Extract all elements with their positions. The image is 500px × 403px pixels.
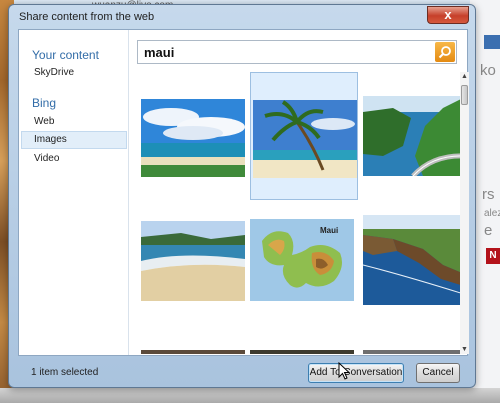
image-result-sandy-beach-surf[interactable] [141,221,245,301]
sidebar-item-label: Video [34,153,60,164]
scroll-thumb[interactable] [461,85,468,105]
image-result-coastal-road-cliffs[interactable] [363,96,461,178]
dialog-titlebar: Share content from the web x [9,5,475,29]
section-heading-bing: Bing [32,96,57,110]
image-result-maui-map[interactable]: Maui [250,219,354,301]
share-content-dialog: Share content from the web x Your conten… [8,4,476,388]
image-results: Maui [131,72,461,354]
background-text: e [484,222,493,239]
selection-status: 1 item selected [31,367,99,378]
sidebar-item-images[interactable]: Images [21,131,127,149]
background-taskbar [0,388,500,403]
search-query: maui [144,45,175,60]
background-text: alez [484,208,500,219]
thumbnail-image: Maui [250,219,354,301]
map-label: Maui [320,226,338,235]
search-button[interactable] [435,42,455,62]
image-result-sea-cliffs[interactable] [362,215,461,305]
thumbnail-image [141,221,245,301]
sidebar-item-label: SkyDrive [34,67,75,78]
background-text: rs [482,186,495,203]
image-result-partial[interactable] [363,350,461,354]
image-result-partial[interactable] [250,350,354,354]
image-result-beach-clouds[interactable] [141,99,245,177]
thumbnail-image [363,96,461,178]
search-input[interactable]: maui [137,40,457,64]
image-result-palm-tree-beach[interactable] [250,72,358,200]
scroll-up-icon[interactable]: ▲ [460,72,469,81]
image-result-partial[interactable] [141,350,245,354]
search-icon [438,46,451,59]
close-icon: x [444,7,452,22]
section-heading-your-content: Your content [32,48,99,62]
close-button[interactable]: x [427,6,469,24]
mouse-cursor-icon [338,362,350,380]
dialog-title: Share content from the web [19,11,155,23]
background-blue-square [484,35,500,49]
sidebar-item-label: Web [34,116,55,127]
sidebar-item-label: Images [34,134,67,145]
cancel-button[interactable]: Cancel [416,363,460,383]
background-red-logo: N [486,248,500,264]
thumbnail-image [362,215,461,305]
background-text: ko [480,62,496,79]
sidebar-item-video[interactable]: Video [21,150,127,168]
sidebar: Your content SkyDrive Bing Web Images Vi… [19,30,129,355]
dialog-content: Your content SkyDrive Bing Web Images Vi… [18,29,469,356]
add-to-conversation-button[interactable]: Add To Conversation [308,363,404,383]
dialog-footer: 1 item selected Add To Conversation Canc… [18,357,468,385]
thumbnail-image [141,99,245,177]
sidebar-item-skydrive[interactable]: SkyDrive [21,64,127,82]
scroll-down-icon[interactable]: ▼ [460,345,469,354]
thumbnail-image [253,100,357,178]
sidebar-item-web[interactable]: Web [21,113,127,131]
results-scrollbar[interactable]: ▲ ▼ [460,72,469,354]
